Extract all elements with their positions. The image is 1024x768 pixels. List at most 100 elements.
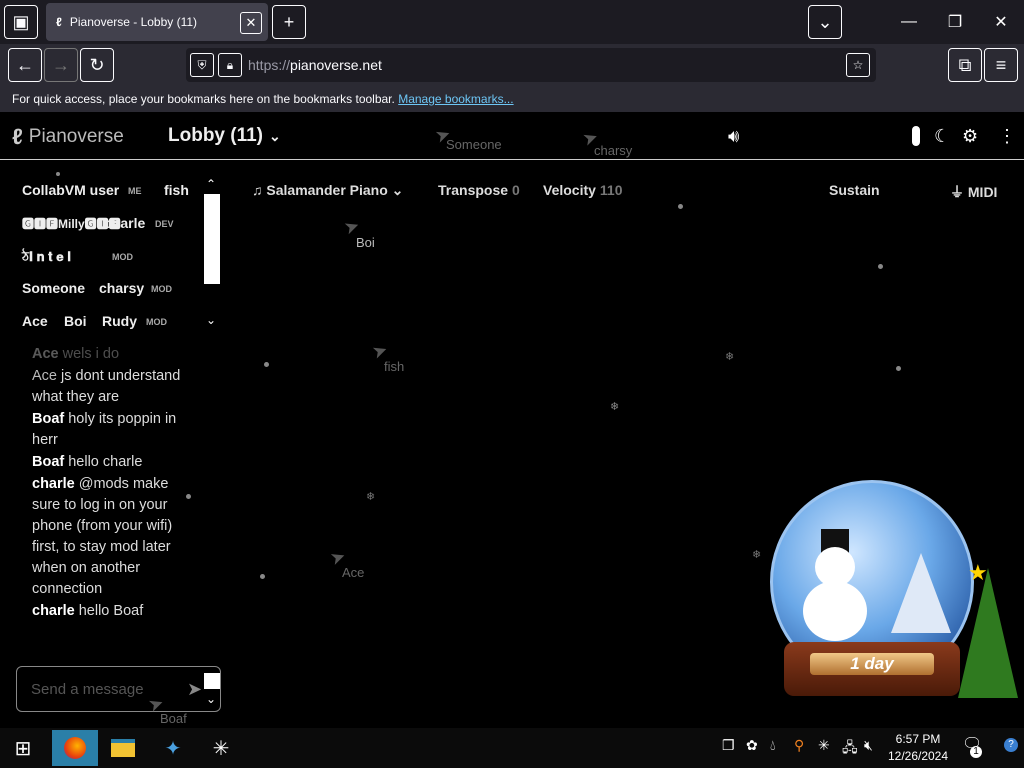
snowflake	[56, 172, 60, 176]
remote-cursor: ➤ fish	[369, 338, 405, 374]
system-clock[interactable]: 6:57 PM 12/26/2024	[886, 731, 950, 765]
instrument-name: Salamander Piano	[266, 182, 388, 198]
url-bar[interactable]: ⛨ 🔒︎ https://pianoverse.net ☆	[186, 48, 876, 82]
user-badge: MOD	[151, 284, 172, 294]
music-note-icon: ♫	[252, 182, 263, 198]
user-item[interactable]: charle	[104, 215, 145, 231]
restore-icon[interactable]: ❐	[932, 0, 978, 44]
bookmark-star-icon[interactable]: ☆	[846, 53, 870, 77]
site-logo[interactable]: ℓ Pianoverse	[12, 124, 124, 150]
velocity-control[interactable]: Velocity 110	[543, 182, 623, 198]
help-icon[interactable]: ?	[1004, 738, 1018, 752]
user-item[interactable]: Ace	[22, 313, 48, 329]
browser-tab[interactable]: ℓ Pianoverse - Lobby (11) ✕	[46, 3, 268, 41]
back-arrow-icon[interactable]: ←	[8, 48, 42, 82]
snowflake-icon: ❄	[366, 491, 376, 503]
snowflake	[264, 362, 269, 367]
close-tab-icon[interactable]: ✕	[240, 12, 262, 34]
windows-start-icon[interactable]: ⊞	[0, 730, 46, 766]
user-badge: MOD	[112, 252, 133, 262]
user-item[interactable]: fish	[164, 182, 189, 198]
notification-count: 1	[970, 746, 982, 758]
scroll-down-icon[interactable]: ⌄	[206, 313, 216, 327]
transpose-value: 0	[512, 182, 520, 198]
message-placeholder: Send a message	[31, 681, 144, 698]
chat-message: Boaf holy its poppin in herr	[32, 411, 177, 448]
remote-cursor: ➤ Ace	[327, 545, 365, 580]
volume-slider[interactable]	[912, 126, 920, 146]
logo-text: Pianoverse	[28, 126, 124, 147]
pianoverse-favicon-icon: ℓ	[56, 15, 62, 29]
extensions-icon[interactable]: ⧉	[948, 48, 982, 82]
transpose-control[interactable]: Transpose 0	[438, 182, 520, 198]
chat-message: charle @mods make sure to log in on your …	[32, 476, 173, 597]
sustain-toggle[interactable]: Sustain	[829, 182, 880, 198]
user-item[interactable]: CollabVM user	[22, 182, 119, 198]
snowflake	[186, 494, 191, 499]
velocity-label: Velocity	[543, 182, 596, 198]
instrument-selector[interactable]: ♫ Salamander Piano ⌄	[252, 182, 403, 199]
room-title: Lobby (11)	[168, 125, 264, 146]
volume-icon[interactable]: 🔊︎	[728, 126, 739, 147]
tab-list-icon[interactable]: ▣	[4, 5, 38, 39]
gear-icon[interactable]: ⚙	[962, 126, 978, 147]
send-icon[interactable]: ➤	[187, 679, 202, 700]
user-badge: MOD	[146, 317, 167, 327]
moon-icon[interactable]: ☾	[934, 126, 950, 147]
room-selector[interactable]: Lobby (11) ⌄	[168, 125, 281, 147]
transpose-label: Transpose	[438, 182, 509, 198]
chat-message: Ace wels i do	[32, 346, 120, 362]
tray-app-icon[interactable]: ✿	[746, 737, 758, 754]
new-tab-icon[interactable]: +	[272, 5, 306, 39]
user-item[interactable]: Rudy	[102, 313, 137, 329]
tray-search-icon[interactable]: ⚲	[794, 737, 804, 754]
file-explorer-icon[interactable]	[100, 730, 146, 766]
user-list-scrollbar[interactable]	[204, 194, 220, 284]
chat-message: Ace js dont understand what they are	[32, 368, 181, 405]
user-item[interactable]: ঠ𝐈 𝐧 𝐭 𝐞 𝐥	[22, 248, 71, 269]
close-window-icon[interactable]: ✕	[978, 0, 1024, 44]
tray-window-icon[interactable]: ❐	[722, 737, 735, 754]
user-item[interactable]: charsy	[99, 280, 144, 296]
user-item[interactable]: Someone	[22, 280, 85, 296]
snowflake	[260, 574, 265, 579]
list-tabs-chevron-icon[interactable]: ⌄	[808, 5, 842, 39]
remote-cursor: ➤ Boi	[341, 214, 375, 250]
tray-asterisk-icon[interactable]: ✳	[818, 737, 830, 754]
message-input[interactable]: Send a message ➤	[16, 666, 221, 712]
speaker-muted-icon[interactable]: 🔇︎	[864, 737, 873, 754]
tray-drop-icon[interactable]: 💧︎	[770, 737, 776, 754]
plug-icon: ⏚	[950, 184, 964, 200]
shield-icon[interactable]: ⛨	[190, 53, 214, 77]
snowflake	[896, 366, 901, 371]
user-item[interactable]: Boi	[64, 313, 87, 329]
midi-button[interactable]: ⏚ MIDI	[950, 182, 997, 202]
scroll-up-icon[interactable]: ⌃	[206, 177, 216, 191]
site-header: ℓ Pianoverse Lobby (11) ⌄ 🔊︎ ☾ ⚙ ⋮	[0, 112, 1024, 160]
asterisk-app-icon[interactable]: ✳	[198, 730, 244, 766]
snowflake	[878, 264, 883, 269]
firefox-icon[interactable]	[52, 730, 98, 766]
snowflake	[678, 204, 683, 209]
chevron-down-icon: ⌄	[269, 128, 281, 144]
midi-label: MIDI	[967, 184, 998, 200]
pianoverse-logo-icon: ℓ	[12, 124, 23, 149]
sustain-label: Sustain	[829, 182, 880, 198]
snowman-body	[803, 581, 867, 641]
browser-nav-bar: ← → ↻ ⛨ 🔒︎ https://pianoverse.net ☆ ⧉ ≡	[0, 44, 1024, 86]
minimize-icon[interactable]: —	[886, 0, 932, 44]
lock-icon[interactable]: 🔒︎	[218, 53, 242, 77]
clock-time: 6:57 PM	[895, 732, 941, 746]
chat-message: Boaf hello charle	[32, 454, 143, 470]
forward-arrow-icon[interactable]: →	[44, 48, 78, 82]
more-vertical-icon[interactable]: ⋮	[998, 126, 1016, 147]
menu-icon[interactable]: ≡	[984, 48, 1018, 82]
bookmarks-toolbar: For quick access, place your bookmarks h…	[0, 86, 1024, 112]
reload-icon[interactable]: ↻	[80, 48, 114, 82]
manage-bookmarks-link[interactable]: Manage bookmarks...	[398, 92, 513, 106]
star-icon: ★	[968, 560, 988, 585]
network-icon[interactable]: 🖧︎	[842, 737, 858, 761]
app-icon[interactable]: ✦	[150, 730, 196, 766]
url-text[interactable]: https://pianoverse.net	[248, 57, 382, 73]
remote-cursor: ➤ charsy	[579, 126, 633, 158]
